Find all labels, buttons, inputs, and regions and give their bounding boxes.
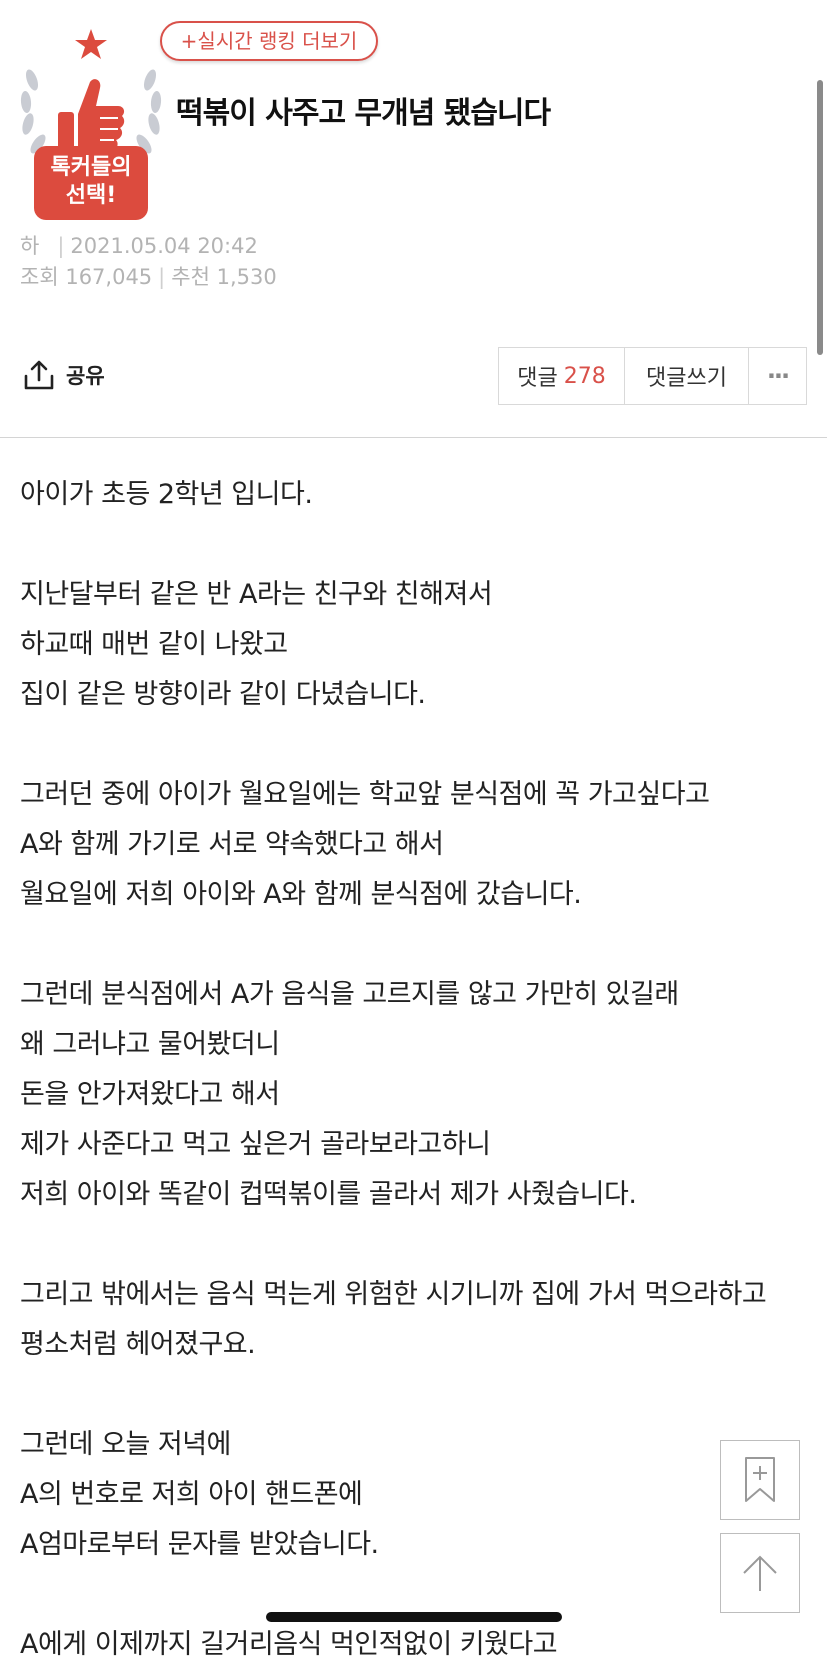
realtime-ranking-button[interactable]: +실시간 랭킹 더보기 [160,21,378,61]
body-line: 지난달부터 같은 반 A라는 친구와 친해져서 [20,579,493,610]
body-line: 하교때 매번 같이 나왔고 [20,629,288,660]
body-line: 그런데 오늘 저녁에 [20,1429,231,1460]
share-label: 공유 [66,364,105,388]
star-icon [75,29,107,59]
body-line: 돈을 안가져왔다고 해서 [20,1079,280,1110]
comments-count: 278 [563,363,606,389]
recommend-count: 1,530 [216,265,277,289]
views-count: 167,045 [65,265,153,289]
scroll-to-top-button[interactable] [720,1533,800,1613]
bookmark-add-icon [745,1457,775,1502]
body-line: A엄마로부터 문자를 받았습니다. [20,1529,379,1560]
body-line: A와 함께 가기로 서로 약속했다고 해서 [20,829,444,860]
body-line: 저희 아이와 똑같이 컵떡볶이를 골라서 제가 사줬습니다. [20,1179,637,1210]
body-line: 왜 그러냐고 물어봤더니 [20,1029,280,1060]
body-line: A의 번호로 저희 아이 핸드폰에 [20,1479,363,1510]
write-comment-button[interactable]: 댓글쓰기 [625,348,749,404]
talkers-choice-badge: 톡커들의 선택! [18,28,164,224]
body-line: 아이가 초등 2학년 입니다. [20,479,313,510]
bookmark-button[interactable] [720,1440,800,1520]
post-actions: 댓글 278 댓글쓰기 ··· [498,347,807,405]
post-author-date: 하 | 2021.05.04 20:42 [20,234,258,258]
comments-button[interactable]: 댓글 278 [499,348,625,404]
arrow-up-icon [743,1555,777,1591]
badge-line1: 톡커들의 [50,155,132,180]
scrollbar[interactable] [817,80,823,355]
header-divider [0,437,827,438]
more-icon: ··· [766,362,790,390]
body-line: 월요일에 저희 아이와 A와 함께 분식점에 갔습니다. [20,879,582,910]
share-button[interactable]: 공유 [22,355,105,395]
more-options-button[interactable]: ··· [749,348,806,404]
post-stats: 조회 167,045 | 추천 1,530 [20,265,277,289]
views-label: 조회 [20,265,59,289]
badge-label: 톡커들의 선택! [34,146,148,220]
post-date: 2021.05.04 20:42 [70,234,258,258]
body-line: A에게 이제까지 길거리음식 먹인적없이 키웠다고 [20,1629,558,1660]
body-line: 그리고 밖에서는 음식 먹는게 위험한 시기니까 집에 가서 먹으라하고 [20,1279,767,1310]
body-line: 그러던 중에 아이가 월요일에는 학교앞 분식점에 꼭 가고싶다고 [20,779,710,810]
post-author: 하 [20,234,40,258]
write-comment-label: 댓글쓰기 [646,366,727,391]
recommend-label: 추천 [171,265,210,289]
post-body: 아이가 초등 2학년 입니다. 지난달부터 같은 반 A라는 친구와 친해져서하교… [20,470,810,1670]
home-indicator [266,1612,562,1622]
body-line: 평소처럼 헤어졌구요. [20,1329,256,1360]
badge-line2: 선택! [65,183,117,208]
body-line: 그런데 분식점에서 A가 음식을 고르지를 않고 가만히 있길래 [20,979,679,1010]
body-line: 집이 같은 방향이라 같이 다녔습니다. [20,679,426,710]
share-icon [24,360,54,390]
body-line: 제가 사준다고 먹고 싶은거 골라보라고하니 [20,1129,491,1160]
post-title: 떡볶이 사주고 무개념 됐습니다 [176,96,551,131]
comments-label: 댓글 [517,366,558,391]
